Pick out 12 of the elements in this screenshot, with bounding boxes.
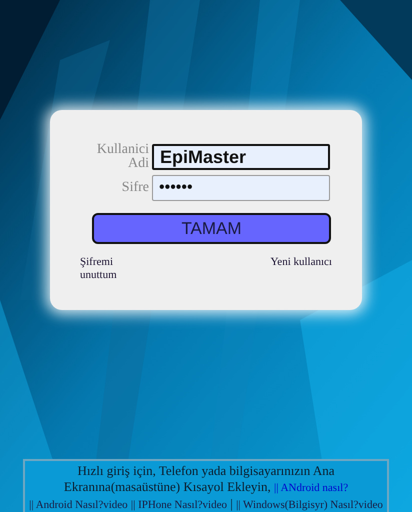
help-link[interactable]: || ANdroid nasıl? <box>274 482 348 494</box>
help-link[interactable]: || Windows(Bilgisyr) Nasıl?video <box>236 499 383 511</box>
input-field[interactable]: EpiMaster <box>152 144 330 170</box>
field-label: Sifre <box>120 181 149 195</box>
submit-button[interactable]: TAMAM <box>92 213 331 244</box>
notice-text: Hızlı giriş için, Telefon yada bilgisayarınızın Ana Ekranına(masaüstüne) Kısayol Ekleyin, || ANdroid nasıl? || Android Nasıl?video || IPHone Nasıl?video | || Windows(Bilgisyr) Nasıl?video <box>29 463 383 512</box>
forgot-password-link[interactable]: Şifremi unuttum <box>80 256 130 282</box>
help-link[interactable]: || IPHone Nasıl?video <box>130 499 227 511</box>
register-link[interactable]: Yeni kullanıcı <box>270 256 332 269</box>
help-link[interactable]: || Android Nasıl?video <box>29 499 128 511</box>
input-field[interactable]: •••••• <box>152 175 330 201</box>
field-label: Kullanici Adi <box>96 143 149 171</box>
